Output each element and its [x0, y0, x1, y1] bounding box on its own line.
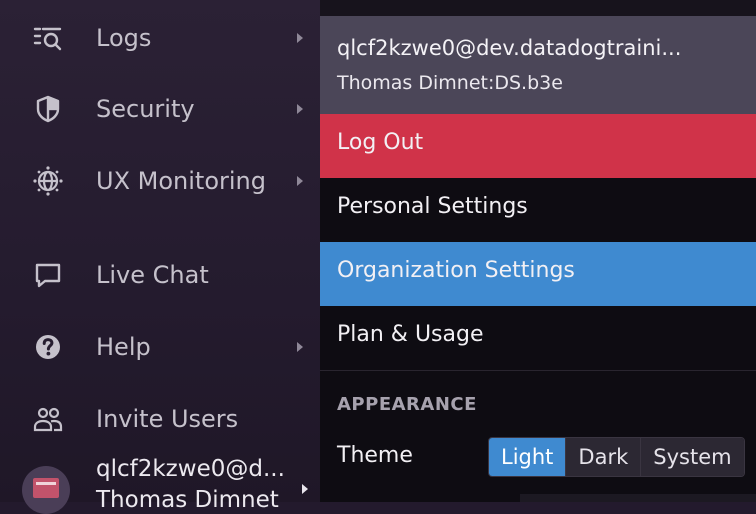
- sidebar-item-live-chat[interactable]: Live Chat: [0, 247, 320, 303]
- profile-email: qlcf2kzwe0@d...: [96, 456, 285, 482]
- user-profile-menu[interactable]: qlcf2kzwe0@d... Thomas Dimnet: [0, 440, 320, 514]
- sidebar-item-label: Help: [96, 333, 151, 361]
- sidebar-item-help[interactable]: Help: [0, 319, 320, 375]
- logs-icon: [32, 22, 64, 54]
- sidebar-item-label: Security: [96, 95, 195, 123]
- menu-item-label: Log Out: [337, 130, 424, 155]
- theme-dark-option[interactable]: Dark: [565, 438, 641, 476]
- sidebar-item-logs[interactable]: Logs: [0, 10, 320, 66]
- theme-system-option[interactable]: System: [640, 438, 744, 476]
- menu-top-edge: [320, 0, 756, 16]
- theme-label: Theme: [337, 443, 413, 468]
- plan-usage-item[interactable]: Plan & Usage: [320, 306, 756, 370]
- sidebar-item-label: UX Monitoring: [96, 167, 266, 195]
- globe-icon: [32, 165, 64, 197]
- account-org: Thomas Dimnet:DS.b3e: [337, 72, 563, 94]
- sidebar-item-label: Logs: [96, 24, 152, 52]
- chat-bubble-icon: [32, 259, 64, 291]
- avatar: [22, 466, 70, 514]
- personal-settings-item[interactable]: Personal Settings: [320, 178, 756, 242]
- sidebar-item-label: Live Chat: [96, 261, 209, 289]
- account-dropdown-menu: qlcf2kzwe0@dev.datadogtraini... Thomas D…: [320, 0, 756, 502]
- account-header: qlcf2kzwe0@dev.datadogtraini... Thomas D…: [320, 16, 756, 114]
- menu-item-label: Plan & Usage: [337, 322, 484, 347]
- chevron-right-icon: [302, 484, 308, 494]
- organization-settings-item[interactable]: Organization Settings: [320, 242, 756, 306]
- shield-icon: [32, 93, 64, 125]
- sidebar-item-security[interactable]: Security: [0, 81, 320, 137]
- account-email: qlcf2kzwe0@dev.datadogtraini...: [337, 36, 682, 60]
- sidebar-item-ux-monitoring[interactable]: UX Monitoring: [0, 153, 320, 209]
- question-circle-icon: [32, 331, 64, 363]
- menu-item-label: Personal Settings: [337, 194, 528, 219]
- sidebar-nav: Logs Security UX Monitoring Live Chat He…: [0, 0, 320, 514]
- chevron-right-icon: [297, 342, 303, 352]
- sidebar-item-invite-users[interactable]: Invite Users: [0, 391, 320, 447]
- menu-next-row-edge: [520, 494, 756, 502]
- users-icon: [32, 403, 64, 435]
- chevron-right-icon: [297, 176, 303, 186]
- appearance-section-title: APPEARANCE: [337, 394, 477, 415]
- sidebar-item-label: Invite Users: [96, 405, 239, 433]
- log-out-button[interactable]: Log Out: [320, 114, 756, 178]
- menu-item-label: Organization Settings: [337, 258, 575, 283]
- theme-toggle: Light Dark System: [488, 437, 745, 477]
- chevron-right-icon: [297, 33, 303, 43]
- chevron-right-icon: [297, 104, 303, 114]
- theme-light-option[interactable]: Light: [489, 438, 566, 476]
- profile-name: Thomas Dimnet: [96, 487, 279, 513]
- menu-divider: [320, 370, 756, 371]
